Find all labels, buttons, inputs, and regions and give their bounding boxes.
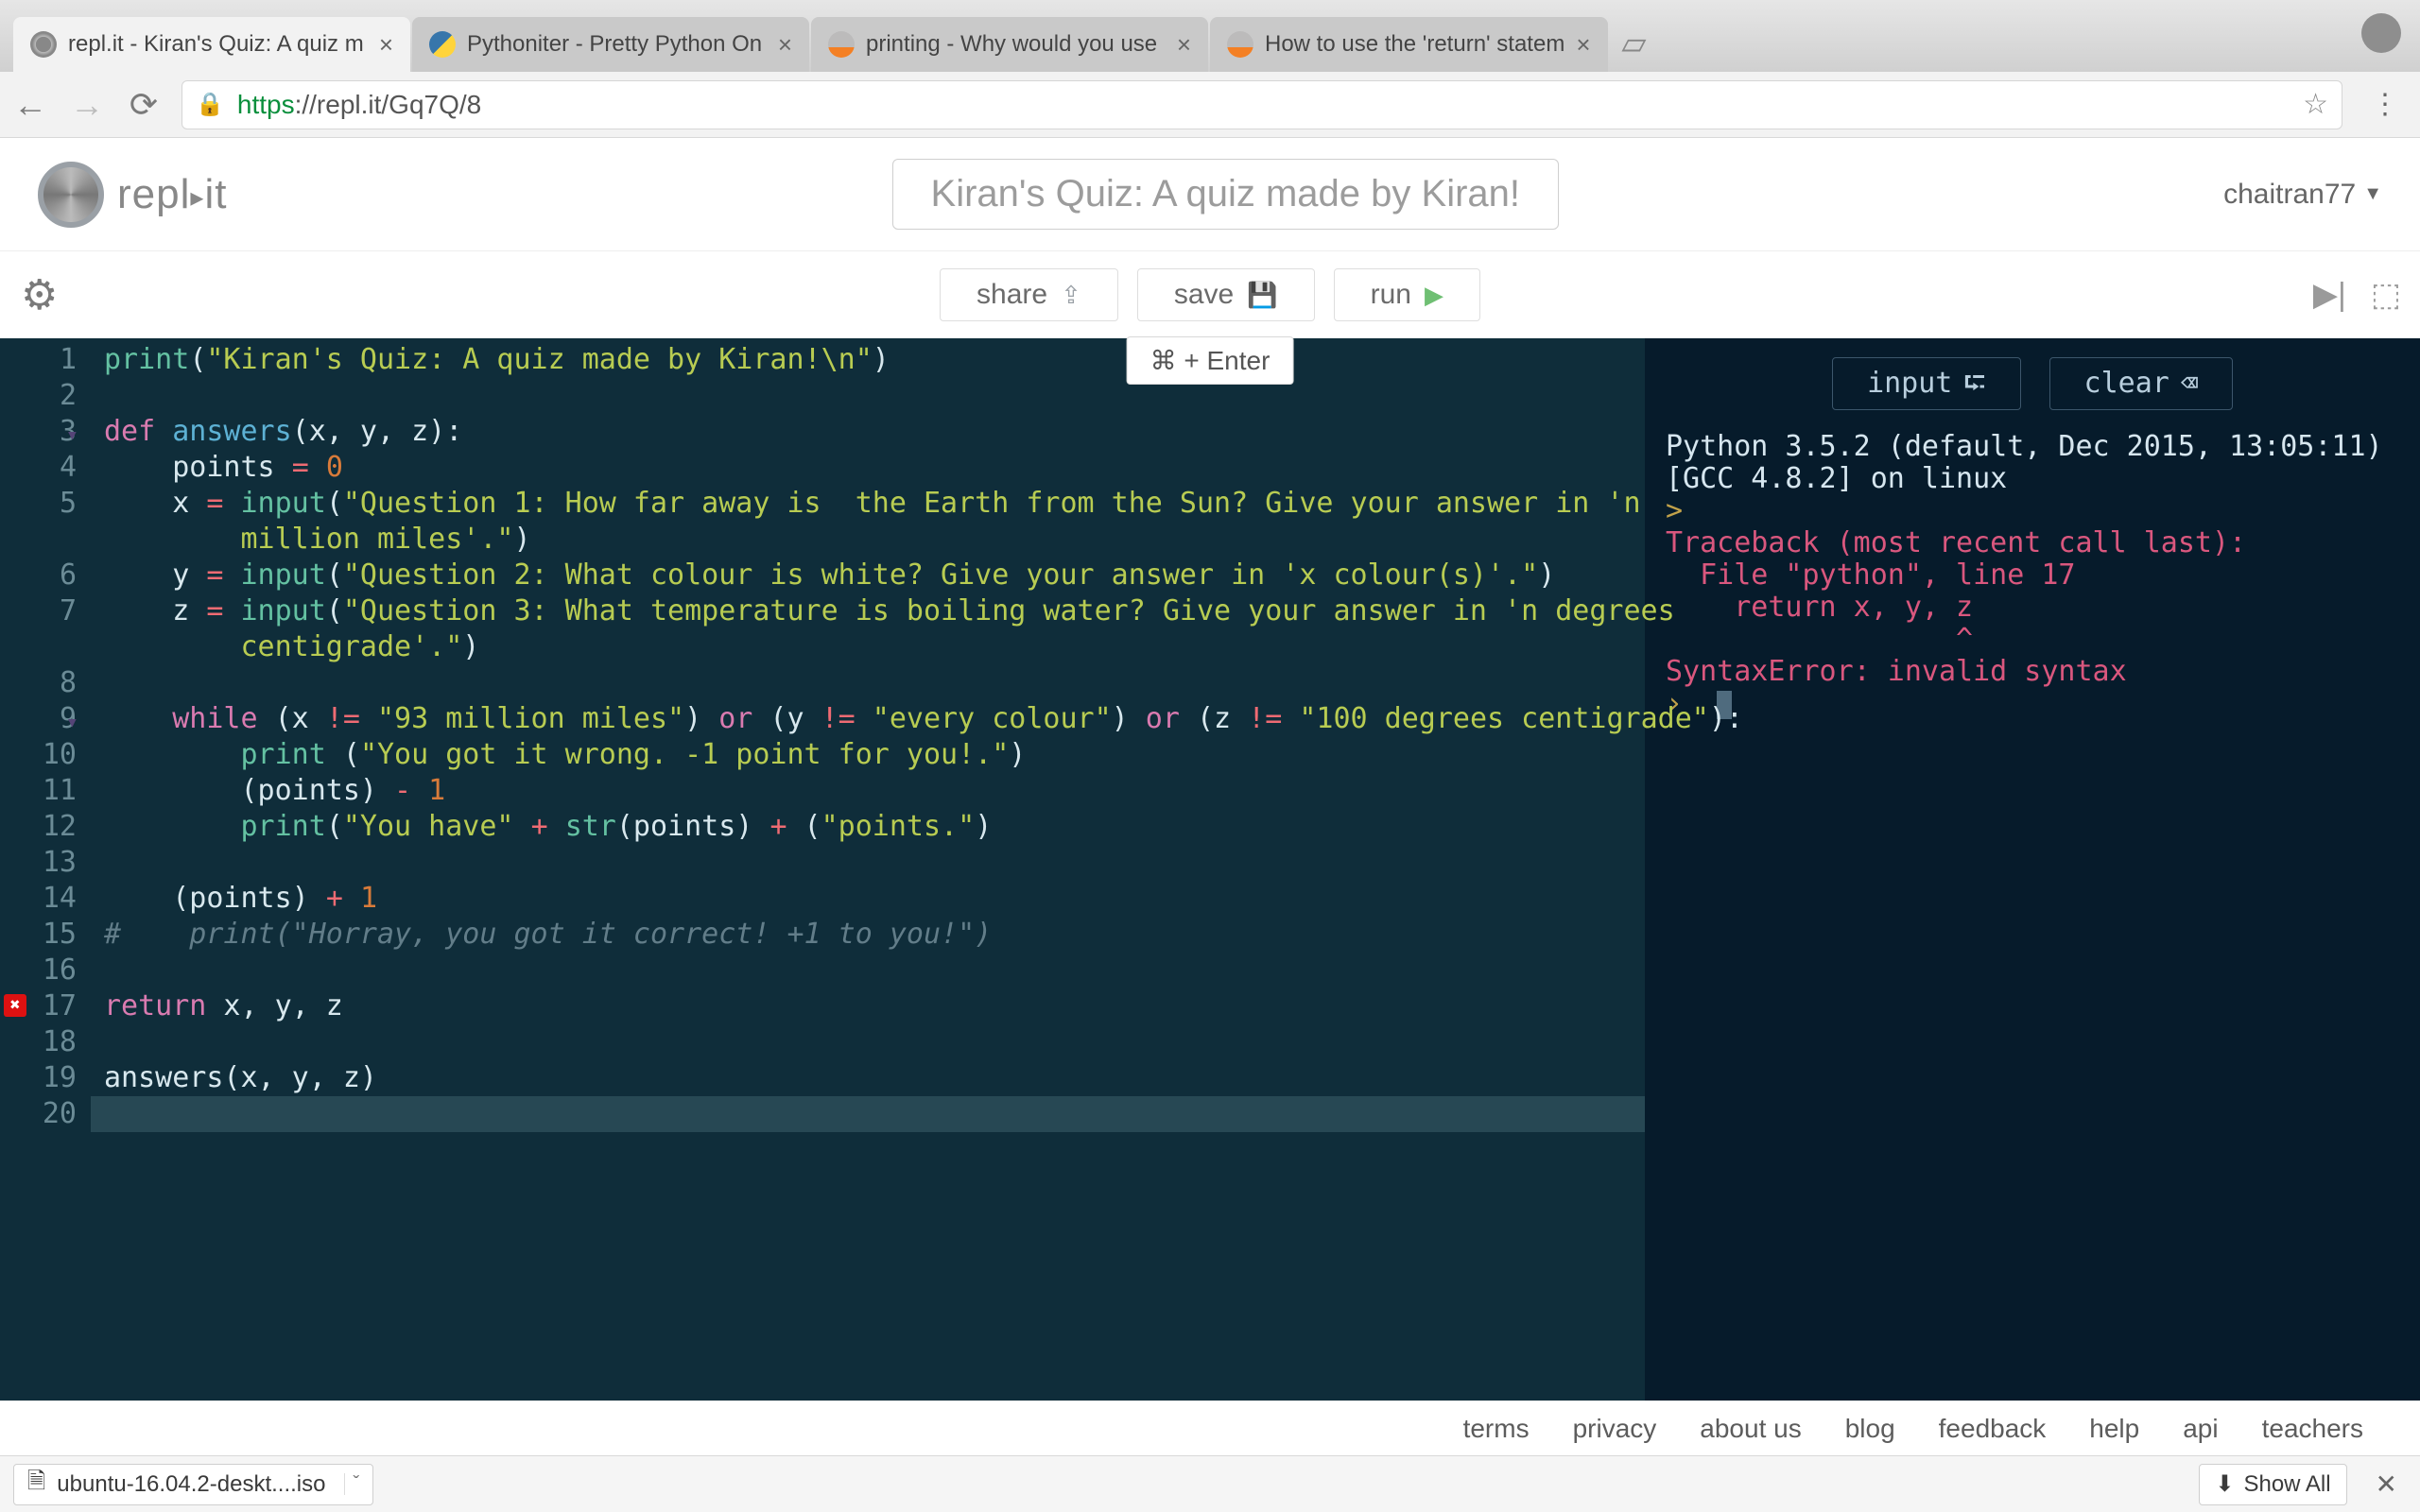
browser-menu-button[interactable]: ⋮	[2361, 88, 2409, 121]
show-all-downloads-button[interactable]: ⬇ Show All	[2199, 1464, 2346, 1505]
forward-button[interactable]: →	[68, 85, 106, 125]
console-output[interactable]: Python 3.5.2 (default, Dec 2015, 13:05:1…	[1645, 423, 2420, 728]
run-button[interactable]: run ▶	[1334, 268, 1480, 321]
footer-link-teachers[interactable]: teachers	[2262, 1414, 2363, 1444]
browser-tab[interactable]: repl.it - Kiran's Quiz: A quiz m ×	[13, 17, 410, 72]
back-button[interactable]: ←	[11, 85, 49, 125]
logo[interactable]: repl▸it	[38, 162, 227, 228]
settings-gear-icon[interactable]: ⚙	[21, 271, 58, 319]
download-caret-icon[interactable]: ˇ	[344, 1473, 359, 1495]
user-menu[interactable]: chaitran77 ▼	[2223, 179, 2382, 211]
app-header: repl▸it Kiran's Quiz: A quiz made by Kir…	[0, 138, 2420, 251]
input-icon: ⮓	[1963, 368, 1985, 400]
download-item[interactable]: 🗎 ubuntu-16.04.2-deskt....iso ˇ	[13, 1464, 373, 1505]
footer-link-blog[interactable]: blog	[1845, 1414, 1895, 1444]
console-pane: input ⮓ clear ⌫ Python 3.5.2 (default, D…	[1645, 338, 2420, 1400]
reload-button[interactable]: ⟳	[125, 85, 163, 125]
lock-icon: 🔒	[196, 91, 224, 118]
tab-close-icon[interactable]: ×	[1576, 30, 1590, 60]
caret-down-icon: ▼	[2363, 183, 2382, 205]
tab-title: printing - Why would you use	[866, 31, 1166, 58]
logo-swirl-icon	[38, 162, 104, 228]
footer-link-feedback[interactable]: feedback	[1939, 1414, 2047, 1444]
favicon-icon	[429, 31, 456, 58]
tab-title: repl.it - Kiran's Quiz: A quiz m	[68, 31, 368, 58]
browser-tab[interactable]: printing - Why would you use ×	[811, 17, 1208, 72]
show-all-label: Show All	[2243, 1471, 2330, 1498]
address-bar: ← → ⟳ 🔒 https://repl.it/Gq7Q/8 ☆ ⋮	[0, 72, 2420, 138]
close-shelf-button[interactable]: ✕	[2366, 1469, 2407, 1500]
toolbar: ⚙ 🗎 share ⇪ save 💾 run ▶ ▶| ⬚ ⌘ + Enter	[0, 251, 2420, 338]
tab-close-icon[interactable]: ×	[778, 30, 792, 60]
download-filename: ubuntu-16.04.2-deskt....iso	[57, 1471, 325, 1498]
browser-tab[interactable]: How to use the 'return' statem ×	[1210, 17, 1608, 72]
tab-close-icon[interactable]: ×	[379, 30, 393, 60]
bookmark-star-icon[interactable]: ☆	[2303, 88, 2328, 121]
username-label: chaitran77	[2223, 179, 2356, 211]
code-editor[interactable]: 12▾345678▾910111213141516✖17181920 print…	[0, 338, 1645, 1400]
share-button[interactable]: share ⇪	[940, 268, 1118, 321]
file-icon: 🗎	[27, 1465, 45, 1503]
logo-text: repl▸it	[117, 171, 227, 218]
favicon-icon	[828, 31, 855, 58]
url-path: ://repl.it/Gq7Q/8	[295, 90, 482, 119]
save-label: save	[1174, 279, 1234, 311]
editor-gutter: 12▾345678▾910111213141516✖17181920	[0, 338, 91, 1132]
repl-title-input[interactable]: Kiran's Quiz: A quiz made by Kiran!	[892, 159, 1560, 230]
footer-link-about-us[interactable]: about us	[1700, 1414, 1801, 1444]
console-clear-button[interactable]: clear ⌫	[2049, 357, 2233, 410]
console-input-button[interactable]: input ⮓	[1832, 357, 2020, 410]
download-shelf: 🗎 ubuntu-16.04.2-deskt....iso ˇ ⬇ Show A…	[0, 1455, 2420, 1512]
download-arrow-icon: ⬇	[2215, 1470, 2234, 1498]
editor-code-area[interactable]: print("Kiran's Quiz: A quiz made by Kira…	[104, 342, 1645, 1132]
url-input[interactable]: 🔒 https://repl.it/Gq7Q/8 ☆	[182, 80, 2342, 129]
tab-close-icon[interactable]: ×	[1177, 30, 1191, 60]
package-icon[interactable]: ⬚	[2371, 276, 2401, 314]
run-shortcut-tooltip: ⌘ + Enter	[1127, 336, 1294, 385]
footer-link-api[interactable]: api	[2183, 1414, 2218, 1444]
play-icon: ▶	[1425, 281, 1443, 310]
profile-avatar-button[interactable]	[2361, 13, 2401, 53]
save-button[interactable]: save 💾	[1137, 268, 1315, 321]
favicon-icon	[1227, 31, 1253, 58]
browser-tab-strip: repl.it - Kiran's Quiz: A quiz m×Pythoni…	[0, 0, 2420, 72]
backspace-icon: ⌫	[2181, 368, 2198, 400]
browser-tab[interactable]: Pythoniter - Pretty Python On ×	[412, 17, 809, 72]
tab-title: Pythoniter - Pretty Python On	[467, 31, 767, 58]
console-clear-label: clear	[2084, 368, 2169, 400]
favicon-icon	[30, 31, 57, 58]
footer-link-privacy[interactable]: privacy	[1573, 1414, 1657, 1444]
save-icon: 💾	[1247, 281, 1277, 310]
share-icon: ⇪	[1061, 281, 1081, 310]
footer-link-terms[interactable]: terms	[1463, 1414, 1530, 1444]
footer-link-help[interactable]: help	[2089, 1414, 2139, 1444]
new-tab-button[interactable]: ▱	[1616, 25, 1653, 62]
step-forward-icon[interactable]: ▶|	[2313, 276, 2346, 314]
tab-title: How to use the 'return' statem	[1265, 31, 1564, 58]
run-label: run	[1371, 279, 1411, 311]
footer-links: terms privacy about us blog feedback help api t…	[0, 1400, 2420, 1455]
console-input-label: input	[1867, 368, 1952, 400]
url-scheme: https	[237, 90, 295, 119]
workspace: 12▾345678▾910111213141516✖17181920 print…	[0, 338, 2420, 1400]
share-label: share	[977, 279, 1047, 311]
